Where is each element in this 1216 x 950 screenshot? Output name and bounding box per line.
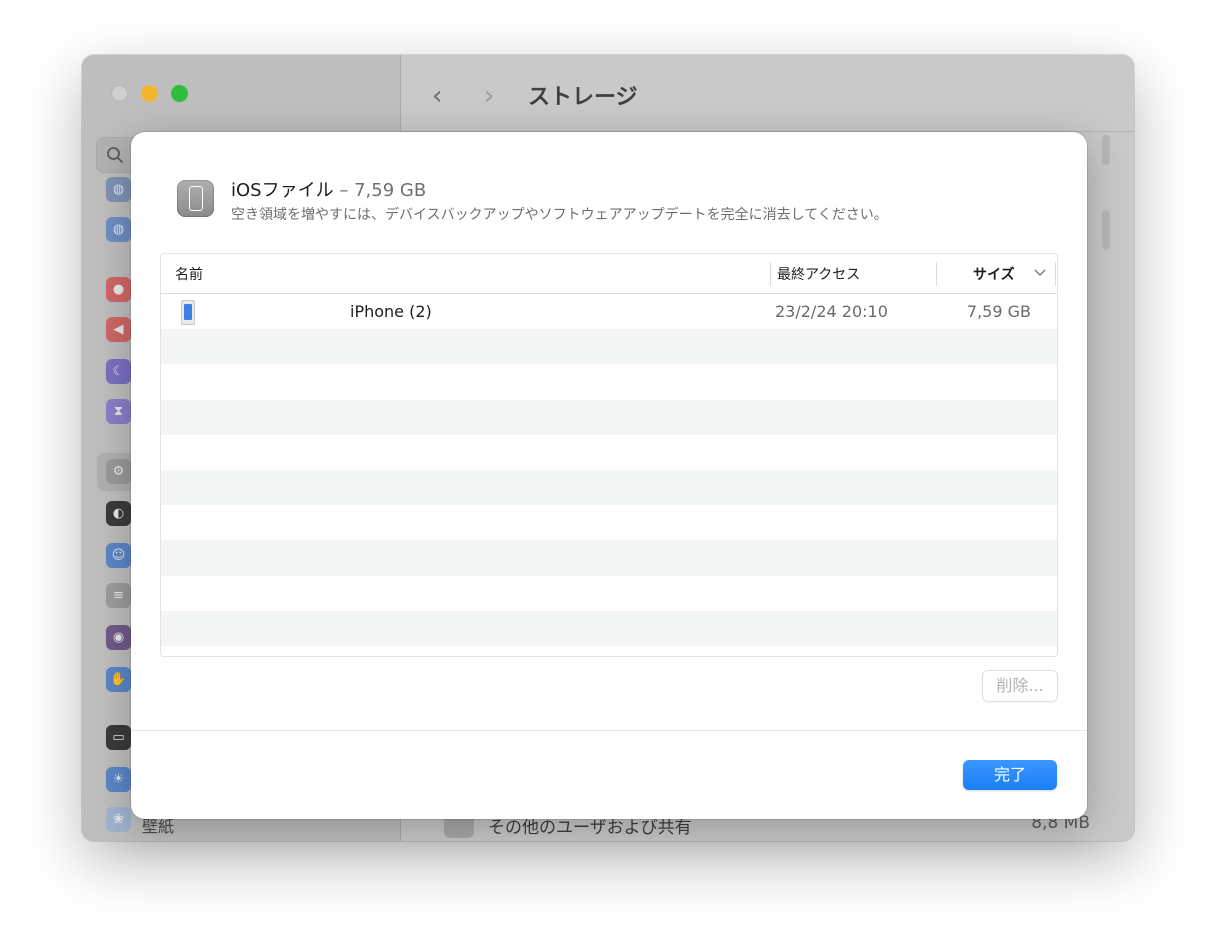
table-header: 名前 最終アクセス サイズ <box>161 254 1057 294</box>
notifications-icon[interactable]: ● <box>106 277 131 302</box>
ios-files-table: 名前 最終アクセス サイズ iPhone (2) 23/2/24 20:10 7… <box>160 253 1058 657</box>
sort-chevron-down-icon[interactable] <box>1034 269 1046 277</box>
empty-row <box>161 540 1057 576</box>
table-body: iPhone (2) 23/2/24 20:10 7,59 GB <box>161 294 1057 656</box>
appearance-icon[interactable]: ◐ <box>106 501 131 526</box>
column-header-size[interactable]: サイズ <box>973 264 1015 284</box>
focus-moon-icon[interactable]: ☾ <box>106 359 131 384</box>
done-button[interactable]: 完了 <box>963 760 1057 790</box>
empty-row <box>161 399 1057 435</box>
general-gear-icon[interactable]: ⚙ <box>106 459 131 484</box>
empty-row <box>161 435 1057 470</box>
footer-divider <box>131 730 1087 731</box>
displays-sun-icon[interactable]: ☀ <box>106 767 131 792</box>
iphone-icon <box>177 180 214 217</box>
empty-row <box>161 646 1057 656</box>
column-divider <box>936 262 937 286</box>
zoom-window-button[interactable] <box>171 85 188 102</box>
screen-time-hourglass-icon[interactable]: ⧗ <box>106 399 131 424</box>
table-row[interactable]: iPhone (2) 23/2/24 20:10 7,59 GB <box>161 294 1057 329</box>
background-scroll-indicator <box>1102 210 1110 250</box>
globe-icon[interactable]: ◍ <box>106 217 131 242</box>
sheet-subtitle: 空き領域を増やすには、デバイスバックアップやソフトウェアアップデートを完全に消去… <box>231 207 888 223</box>
privacy-hand-icon[interactable]: ✋ <box>106 667 131 692</box>
sheet-title-size: – 7,59 GB <box>339 180 427 201</box>
back-chevron-icon[interactable]: ‹ <box>432 81 442 111</box>
control-center-icon[interactable]: ≡ <box>106 583 131 608</box>
empty-row <box>161 364 1057 399</box>
sound-icon[interactable]: ◀ <box>106 317 131 342</box>
row-last-access: 23/2/24 20:10 <box>775 302 888 321</box>
iphone-device-icon <box>181 300 195 325</box>
empty-row <box>161 469 1057 506</box>
forward-chevron-icon[interactable]: › <box>484 81 494 111</box>
minimize-window-button[interactable] <box>141 85 158 102</box>
column-divider <box>770 262 771 286</box>
sheet-title: iOSファイル – 7,59 GB <box>231 176 426 202</box>
desktop-dock-icon[interactable]: ▭ <box>106 725 131 750</box>
empty-row <box>161 610 1057 646</box>
accessibility-icon[interactable]: ☺ <box>106 543 131 568</box>
column-header-last-access[interactable]: 最終アクセス <box>777 264 860 284</box>
delete-button[interactable]: 削除... <box>982 670 1058 702</box>
window-title: ストレージ <box>528 85 638 110</box>
column-header-name[interactable]: 名前 <box>175 264 203 284</box>
ios-files-sheet: iOSファイル – 7,59 GB 空き領域を増やすには、デバイスバックアップや… <box>131 132 1087 819</box>
siri-icon[interactable]: ◉ <box>106 625 131 650</box>
empty-row <box>161 329 1057 365</box>
column-divider <box>1055 262 1056 286</box>
network-icon[interactable]: ◍ <box>106 177 131 202</box>
wallpaper-flower-icon[interactable]: ❀ <box>106 807 131 832</box>
background-scroll-indicator <box>1102 135 1110 165</box>
empty-row <box>161 576 1057 611</box>
row-size: 7,59 GB <box>966 302 1031 321</box>
empty-row <box>161 505 1057 540</box>
search-icon <box>107 147 123 163</box>
close-window-button[interactable] <box>111 85 128 102</box>
sheet-title-name: iOSファイル <box>231 180 334 201</box>
row-name: iPhone (2) <box>350 302 432 321</box>
